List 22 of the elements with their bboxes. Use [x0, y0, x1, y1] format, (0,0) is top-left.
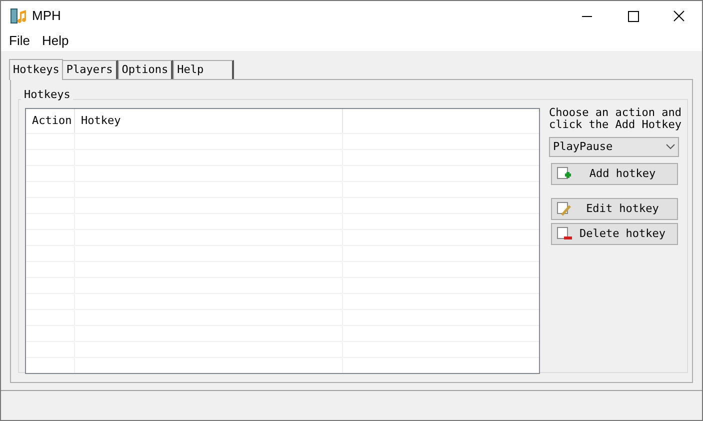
- chevron-icon: [666, 144, 675, 150]
- tab[interactable]: Hotkeys: [9, 59, 64, 80]
- group-title: Hotkeys: [21, 87, 74, 104]
- keycap-icon: [556, 226, 572, 242]
- tab[interactable]: Options: [118, 60, 174, 79]
- instruction-text: click the Add Hotkey: [549, 119, 682, 131]
- menu-item[interactable]: File: [3, 31, 36, 51]
- instruction-text: Choose an action and: [549, 107, 682, 119]
- hotkey-button[interactable]: Delete hotkey: [551, 223, 678, 245]
- menu-item[interactable]: Help: [36, 31, 75, 51]
- hotkey-button[interactable]: Add hotkey: [551, 163, 678, 185]
- app-icon: [10, 8, 27, 24]
- tab[interactable]: Help: [173, 60, 234, 79]
- keycap-icon: [556, 166, 572, 182]
- column-header[interactable]: Action: [26, 109, 75, 133]
- column-header[interactable]: Hotkey: [75, 109, 343, 133]
- hotkey-list[interactable]: Action Hotkey: [25, 108, 540, 374]
- tab[interactable]: Players: [62, 60, 118, 79]
- keycap-icon: [556, 201, 572, 217]
- action-dropdown[interactable]: PlayPause: [549, 137, 679, 157]
- hotkey-button[interactable]: Edit hotkey: [551, 198, 678, 220]
- window-title: MPH: [32, 7, 61, 26]
